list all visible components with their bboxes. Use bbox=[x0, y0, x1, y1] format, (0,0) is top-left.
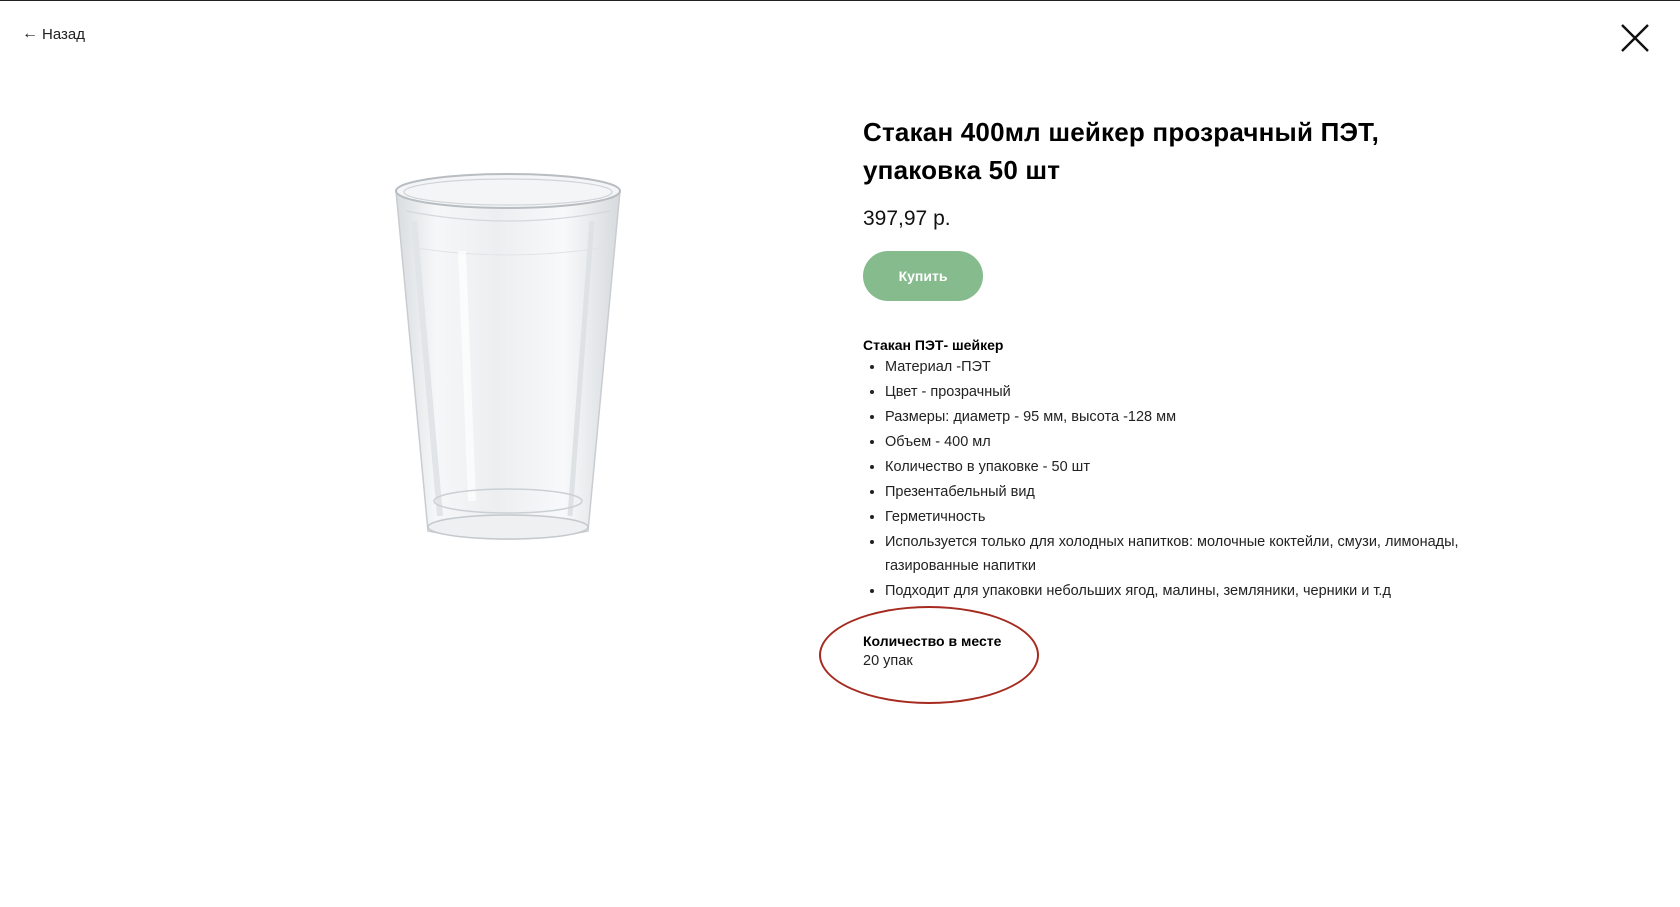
feature-item: Количество в упаковке - 50 шт bbox=[885, 455, 1503, 479]
feature-list: Материал -ПЭТ Цвет - прозрачный Размеры:… bbox=[863, 355, 1503, 603]
feature-item: Герметичность bbox=[885, 505, 1503, 529]
description-heading: Стакан ПЭТ- шейкер bbox=[863, 337, 1004, 353]
feature-item: Подходит для упаковки небольших ягод, ма… bbox=[885, 579, 1503, 603]
product-image bbox=[395, 173, 621, 540]
quantity-label: Количество в месте bbox=[863, 633, 1002, 649]
product-info: Стакан 400мл шейкер прозрачный ПЭТ, упак… bbox=[819, 113, 1503, 704]
feature-item: Материал -ПЭТ bbox=[885, 355, 1503, 379]
quantity-block: Количество в месте 20 упак bbox=[819, 606, 1503, 704]
feature-item: Цвет - прозрачный bbox=[885, 380, 1503, 404]
arrow-left-icon: ← bbox=[22, 25, 38, 42]
feature-item: Презентабельный вид bbox=[885, 480, 1503, 504]
feature-item: Объем - 400 мл bbox=[885, 430, 1503, 454]
feature-item: Размеры: диаметр - 95 мм, высота -128 мм bbox=[885, 405, 1503, 429]
buy-button[interactable]: Купить bbox=[863, 251, 983, 301]
feature-item: Используется только для холодных напитко… bbox=[885, 530, 1503, 578]
product-title: Стакан 400мл шейкер прозрачный ПЭТ, упак… bbox=[863, 117, 1380, 185]
back-link[interactable]: ← Назад bbox=[22, 25, 85, 43]
quantity-value: 20 упак bbox=[863, 653, 913, 669]
close-icon[interactable] bbox=[1618, 21, 1652, 55]
back-link-label: Назад bbox=[42, 25, 85, 43]
product-price: 397,97 р. bbox=[863, 207, 951, 230]
product-modal: ← Назад Стакан 400мл шейкер прозрачный П… bbox=[0, 0, 1680, 907]
